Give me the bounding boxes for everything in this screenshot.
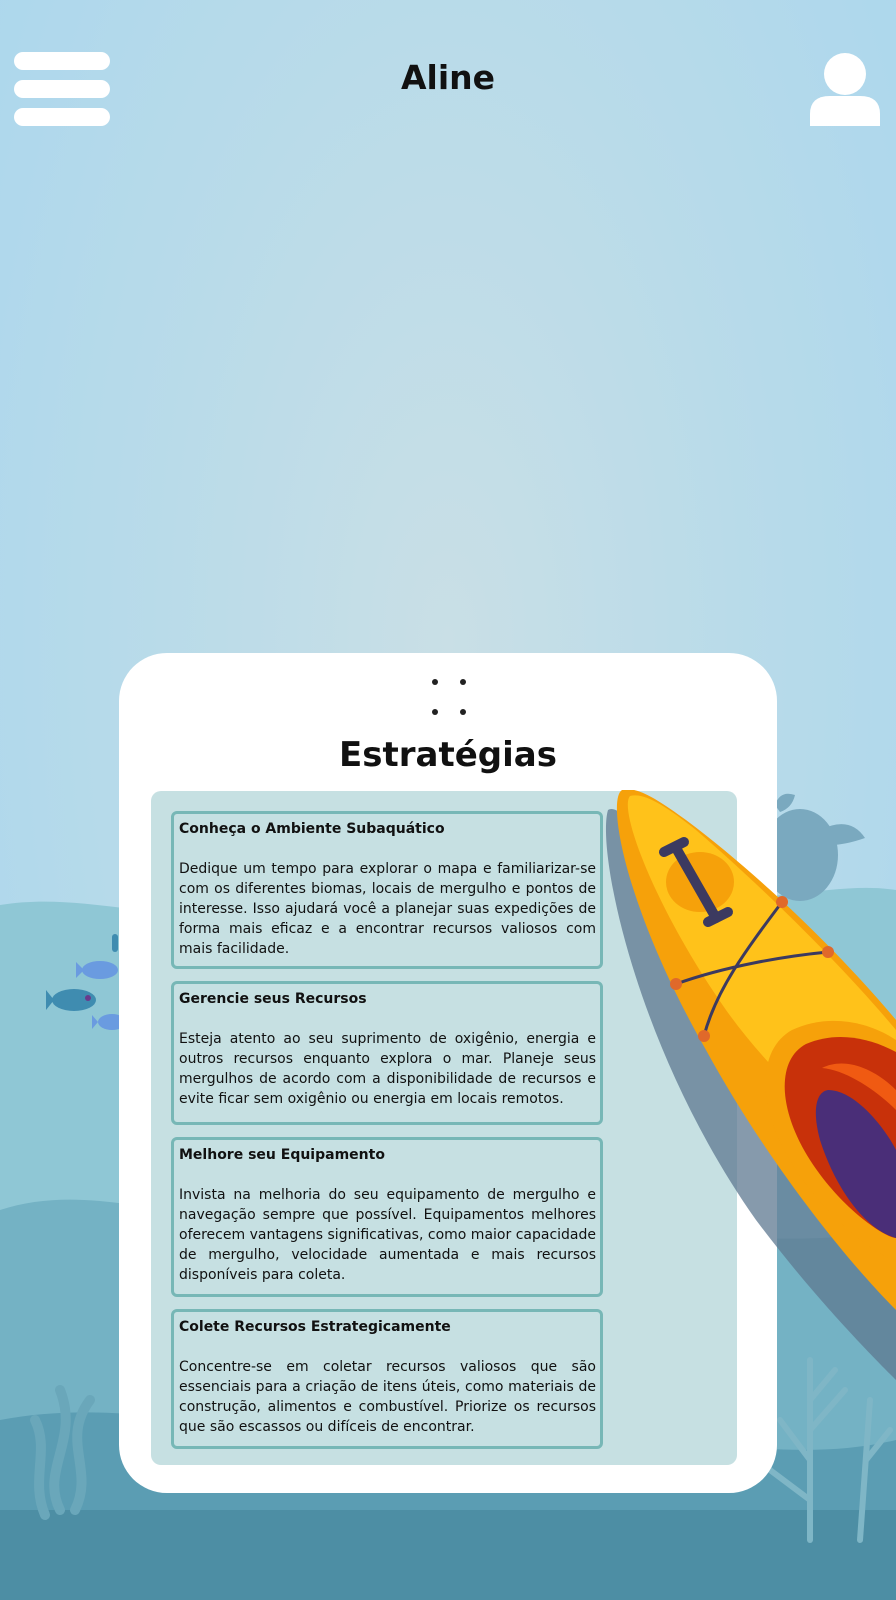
drag-handle-icon[interactable] xyxy=(119,675,777,715)
strategies-title: Estratégias xyxy=(339,735,557,775)
strategy-card-recursos: Gerencie seus Recursos Esteja atento ao … xyxy=(171,981,603,1125)
kayak-illustration xyxy=(605,790,896,1380)
strategy-heading: Colete Recursos Estrategicamente xyxy=(179,1319,451,1335)
strategy-heading: Melhore seu Equipamento xyxy=(179,1147,385,1163)
strategy-body: Concentre-se em coletar recursos valioso… xyxy=(179,1359,596,1435)
sea-floor xyxy=(0,1510,896,1600)
strategy-body: Esteja atento ao seu suprimento de oxigê… xyxy=(179,1031,596,1107)
strategy-card-equipamento: Melhore seu Equipamento Invista na melho… xyxy=(171,1137,603,1297)
menu-line xyxy=(14,108,110,126)
top-bar: Aline xyxy=(0,0,896,140)
page-title: Aline xyxy=(400,58,496,97)
strategy-card-coleta: Colete Recursos Estrategicamente Concent… xyxy=(171,1309,603,1449)
user-profile-icon[interactable] xyxy=(808,52,882,126)
fish-icon xyxy=(112,934,118,952)
strategy-body: Invista na melhoria do seu equipamento d… xyxy=(179,1187,596,1283)
strategy-heading: Gerencie seus Recursos xyxy=(179,991,367,1007)
strategy-heading: Conheça o Ambiente Subaquático xyxy=(179,821,445,837)
strategy-body: Dedique um tempo para explorar o mapa e … xyxy=(179,861,596,957)
strategy-card-ambiente: Conheça o Ambiente Subaquático Dedique u… xyxy=(171,811,603,969)
